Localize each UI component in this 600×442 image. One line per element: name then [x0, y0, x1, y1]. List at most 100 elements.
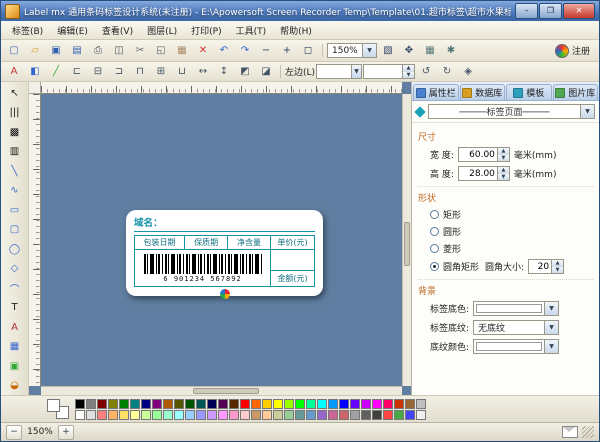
color-swatch[interactable] [350, 410, 360, 420]
chevron-down-icon[interactable]: ▼ [544, 302, 558, 315]
color-swatch[interactable] [108, 399, 118, 409]
resize-grip[interactable] [582, 426, 594, 438]
bring-front-icon[interactable]: ◩ [235, 63, 255, 81]
horizontal-scrollbar[interactable] [41, 386, 402, 395]
save-icon[interactable]: ▣ [46, 42, 66, 60]
color-swatch[interactable] [108, 410, 118, 420]
zoom-combobox[interactable]: 150% ▼ [327, 43, 377, 58]
panel-tab[interactable]: 属性栏 [413, 84, 459, 100]
zoom-in-button[interactable]: + [58, 425, 74, 440]
pattern-color-picker[interactable]: ▼ [473, 339, 559, 354]
color-swatch[interactable] [273, 399, 283, 409]
color-swatch[interactable] [383, 399, 393, 409]
color-swatch[interactable] [383, 410, 393, 420]
canvas-area[interactable]: 域名： 包装日期 保质期 净含量 单价(元) 6 901234 567 [29, 82, 411, 395]
align-right-icon[interactable]: ⊐ [109, 63, 129, 81]
color-swatch[interactable] [141, 399, 151, 409]
spin-down-icon[interactable]: ▼ [552, 267, 563, 274]
color-swatch[interactable] [361, 410, 371, 420]
table-tool[interactable]: ▦ [3, 338, 26, 357]
label-design[interactable]: 域名： 包装日期 保质期 净含量 单价(元) 6 901234 567 [126, 210, 323, 296]
edge-align-combobox[interactable]: ▼ [316, 64, 362, 79]
ellipse-tool[interactable]: ◯ [3, 240, 26, 259]
color-swatch[interactable] [284, 410, 294, 420]
color-swatch[interactable] [262, 410, 272, 420]
copy-icon[interactable]: ◱ [151, 42, 171, 60]
color-swatch[interactable] [196, 399, 206, 409]
color-swatch[interactable] [295, 410, 305, 420]
spin-down-icon[interactable]: ▼ [498, 155, 509, 162]
color-swatch[interactable] [174, 399, 184, 409]
width-input[interactable] [459, 148, 497, 161]
color-swatch[interactable] [416, 399, 426, 409]
color-swatch[interactable] [251, 410, 261, 420]
color-swatch[interactable] [405, 410, 415, 420]
arc-tool[interactable]: ⌒ [3, 279, 26, 298]
color-swatch[interactable] [218, 410, 228, 420]
delete-icon[interactable]: ✕ [193, 42, 213, 60]
color-swatch[interactable] [317, 399, 327, 409]
rounded-rect-tool[interactable]: ▢ [3, 221, 26, 240]
edge-offset-spinner[interactable]: ▲▼ [363, 64, 415, 79]
same-height-icon[interactable]: ↕ [214, 63, 234, 81]
vertical-scrollbar[interactable] [402, 94, 411, 386]
color-swatch[interactable] [394, 410, 404, 420]
color-swatch[interactable] [240, 410, 250, 420]
menu-item[interactable]: 帮助(H) [273, 22, 319, 39]
shape-radio-circle[interactable] [430, 227, 439, 236]
color-swatch[interactable] [328, 410, 338, 420]
image-tool[interactable]: ▣ [3, 357, 26, 376]
menu-item[interactable]: 工具(T) [229, 22, 274, 39]
color-swatch[interactable] [306, 399, 316, 409]
pdf417-tool[interactable]: ▥ [3, 143, 26, 162]
color-swatch[interactable] [416, 410, 426, 420]
mail-icon[interactable] [562, 426, 578, 438]
chevron-down-icon[interactable]: ▼ [544, 340, 558, 353]
color-swatch[interactable] [361, 399, 371, 409]
align-top-icon[interactable]: ⊓ [130, 63, 150, 81]
pointer-tool[interactable]: ↖ [3, 84, 26, 103]
line-color-icon[interactable]: ╱ [46, 63, 66, 81]
rotate-right-icon[interactable]: ↻ [437, 63, 457, 81]
chevron-down-icon[interactable]: ▼ [580, 105, 594, 118]
color-swatch[interactable] [86, 399, 96, 409]
print-preview-icon[interactable]: ◫ [109, 42, 129, 60]
align-middle-icon[interactable]: ⊞ [151, 63, 171, 81]
pattern-combobox[interactable]: 无底纹 ▼ [473, 320, 559, 335]
color-swatch[interactable] [229, 410, 239, 420]
print-icon[interactable]: ⎙ [88, 42, 108, 60]
color-swatch[interactable] [339, 410, 349, 420]
color-swatch[interactable] [152, 399, 162, 409]
color-swatch[interactable] [339, 399, 349, 409]
color-swatch[interactable] [328, 399, 338, 409]
color-swatch[interactable] [273, 410, 283, 420]
curve-tool[interactable]: ∿ [3, 182, 26, 201]
align-left-icon[interactable]: ⊏ [67, 63, 87, 81]
panel-tab[interactable]: 数据库 [460, 84, 506, 100]
barcode-tool[interactable]: ||| [3, 104, 26, 123]
color-swatch[interactable] [196, 410, 206, 420]
color-swatch[interactable] [306, 410, 316, 420]
height-input[interactable] [459, 167, 497, 180]
color-swatch[interactable] [185, 399, 195, 409]
zoom-fit-icon[interactable]: ◻ [298, 42, 318, 60]
color-swatch[interactable] [251, 399, 261, 409]
chevron-down-icon[interactable]: ▼ [351, 65, 361, 78]
minimize-button[interactable]: – [515, 3, 538, 19]
cut-icon[interactable]: ✂ [130, 42, 150, 60]
color-swatch[interactable] [372, 410, 382, 420]
color-swatch[interactable] [262, 399, 272, 409]
font-color-icon[interactable]: A [4, 63, 24, 81]
color-swatch[interactable] [86, 410, 96, 420]
pan-icon[interactable]: ✥ [399, 42, 419, 60]
rotate-left-icon[interactable]: ↺ [416, 63, 436, 81]
horizontal-scrollbar-thumb[interactable] [193, 388, 259, 394]
diamond-tool[interactable]: ◇ [3, 260, 26, 279]
color-swatch[interactable] [174, 410, 184, 420]
height-spinner[interactable]: ▲▼ [458, 166, 510, 181]
rect-tool[interactable]: ▭ [3, 201, 26, 220]
send-back-icon[interactable]: ◪ [256, 63, 276, 81]
color-swatch[interactable] [317, 410, 327, 420]
menu-item[interactable]: 编辑(E) [50, 22, 95, 39]
zoom-in-icon[interactable]: + [277, 42, 297, 60]
